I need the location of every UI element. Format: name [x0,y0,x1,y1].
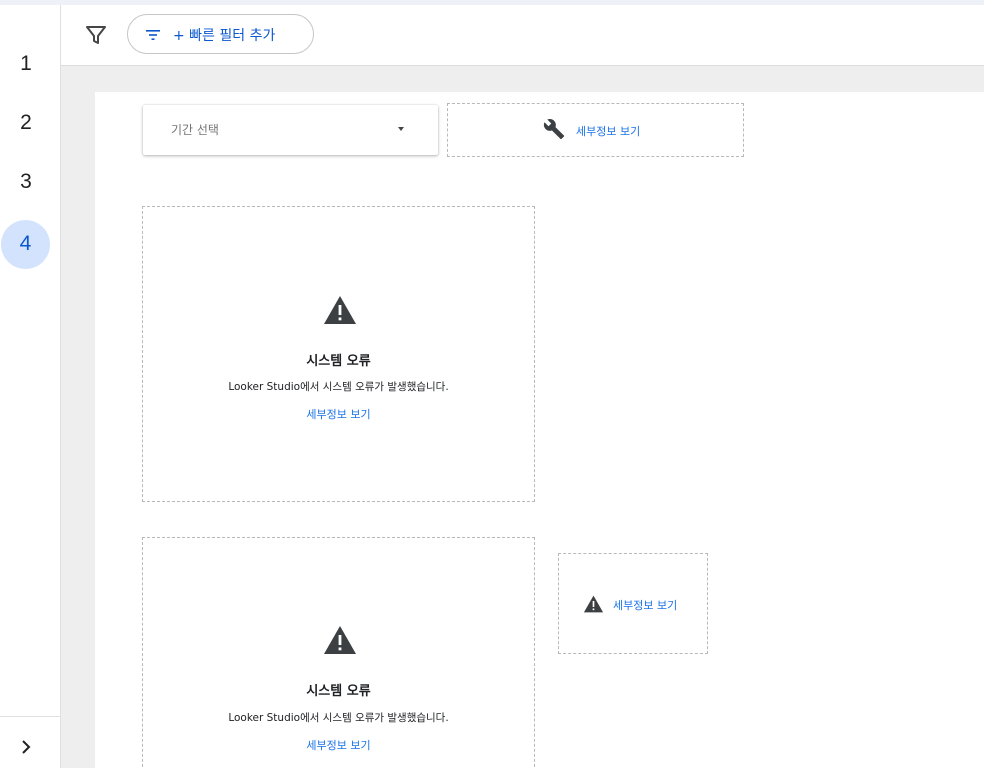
quick-filter-label: + 빠른 필터 추가 [173,28,276,44]
page-item-4-active[interactable]: 4 [1,220,50,269]
error-title: 시스템 오류 [306,684,371,699]
page-nav-rail: 1 2 3 4 [0,5,61,768]
wrench-icon [543,119,565,140]
warning-icon [324,626,356,654]
date-range-control[interactable]: 기간 선택 [143,105,438,155]
rail-footer [0,716,61,768]
error-message: Looker Studio에서 시스템 오류가 발생했습니다. [228,381,449,393]
error-details-link[interactable]: 세부정보 보기 [306,739,370,752]
system-error-card: 시스템 오류 Looker Studio에서 시스템 오류가 발생했습니다. 세… [142,206,535,502]
error-title: 시스템 오류 [306,354,371,369]
component-error-details-box[interactable]: 세부정보 보기 [447,103,744,157]
dropdown-caret-icon [398,127,404,131]
chevron-right-icon[interactable] [16,737,36,757]
date-range-placeholder: 기간 선택 [171,123,219,137]
details-link[interactable]: 세부정보 보기 [613,597,677,613]
error-details-link[interactable]: 세부정보 보기 [306,408,370,421]
filter-icon[interactable] [85,24,107,46]
filter-list-icon [146,30,160,40]
system-error-card: 시스템 오류 Looker Studio에서 시스템 오류가 발생했습니다. 세… [142,537,535,768]
filter-bar: + 빠른 필터 추가 [61,5,984,66]
page-item-3[interactable]: 3 [0,158,52,206]
page-item-2[interactable]: 2 [0,99,52,147]
add-quick-filter-button[interactable]: + 빠른 필터 추가 [127,14,314,54]
error-message: Looker Studio에서 시스템 오류가 발생했습니다. [228,712,449,724]
page-item-1[interactable]: 1 [0,40,52,88]
details-link[interactable]: 세부정보 보기 [576,123,640,139]
warning-icon [583,595,604,613]
warning-icon [324,296,356,324]
component-error-details-box-small[interactable]: 세부정보 보기 [558,553,708,654]
